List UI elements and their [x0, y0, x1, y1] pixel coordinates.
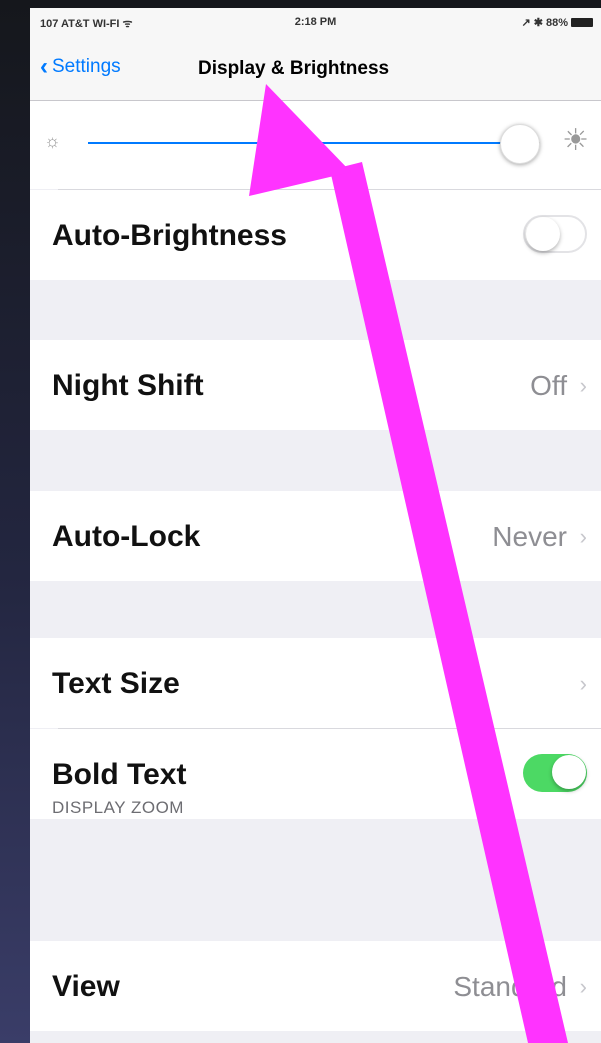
night-shift-label: Night Shift	[52, 369, 204, 402]
chevron-left-icon: ‹	[40, 53, 48, 80]
night-shift-value: Off	[530, 370, 567, 401]
night-shift-cell[interactable]: Night Shift Off ›	[30, 340, 601, 430]
chevron-right-icon: ›	[579, 974, 587, 999]
battery-icon	[571, 18, 593, 27]
status-right: ↗ ✱ 88%	[521, 16, 593, 29]
navigation-bar: ‹ Settings Display & Brightness	[30, 38, 601, 101]
back-label: Settings	[52, 56, 121, 77]
page-title: Display & Brightness	[198, 58, 390, 79]
brightness-slider-row: ☼ ☀	[30, 101, 601, 189]
text-size-cell[interactable]: Text Size ›	[30, 638, 601, 728]
brightness-track-filled[interactable]	[88, 142, 512, 144]
display-zoom-header: DISPLAY ZOOM	[52, 798, 184, 817]
status-right-text: ↗ ✱ 88%	[521, 17, 568, 29]
view-value: Standard	[453, 971, 567, 1002]
chevron-right-icon: ›	[579, 671, 587, 696]
brightness-low-icon: ☼	[44, 131, 61, 151]
toggle-thumb	[526, 217, 560, 251]
view-label: View	[52, 970, 120, 1003]
bold-text-label: Bold Text	[52, 758, 187, 791]
auto-lock-cell[interactable]: Auto-Lock Never ›	[30, 491, 601, 581]
brightness-high-icon: ☀	[562, 124, 589, 157]
auto-brightness-label: Auto-Brightness	[52, 219, 287, 252]
bold-text-toggle[interactable]	[523, 754, 587, 792]
phone-screen: 107 AT&T WI-FI ᯤ 2:18 PM ↗ ✱ 88% ‹ Setti…	[30, 8, 601, 1043]
auto-lock-value: Never	[492, 521, 567, 552]
text-size-label: Text Size	[52, 667, 180, 700]
status-time: 2:18 PM	[294, 16, 337, 28]
auto-brightness-toggle[interactable]	[523, 215, 587, 253]
toggle-thumb	[552, 755, 586, 789]
chevron-right-icon: ›	[579, 373, 587, 398]
back-button[interactable]: ‹ Settings	[40, 53, 121, 80]
auto-lock-label: Auto-Lock	[52, 520, 201, 553]
brightness-slider-thumb[interactable]	[500, 124, 540, 164]
view-cell[interactable]: View Standard ›	[30, 941, 601, 1031]
status-bar: 107 AT&T WI-FI ᯤ 2:18 PM ↗ ✱ 88%	[30, 8, 601, 38]
chevron-right-icon: ›	[579, 524, 587, 549]
auto-brightness-cell: Auto-Brightness	[30, 190, 601, 280]
